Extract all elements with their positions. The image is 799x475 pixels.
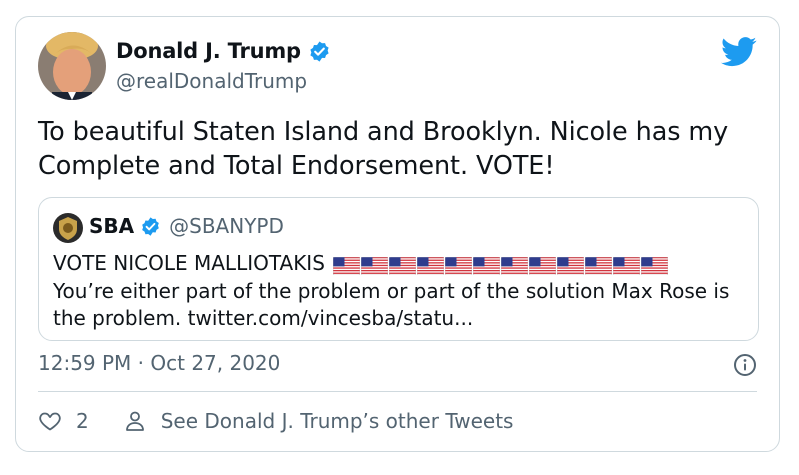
quoted-author-avatar[interactable]: [53, 213, 83, 243]
author-handle[interactable]: @realDonaldTrump: [116, 69, 307, 93]
verified-badge-icon: [140, 216, 161, 237]
us-flag-icon: [528, 254, 557, 276]
us-flag-icon: [556, 254, 585, 276]
like-count: 2: [76, 409, 89, 433]
heart-icon[interactable]: [38, 409, 62, 433]
divider: [38, 391, 757, 392]
tweet-card: Donald J. Trump @realDonaldTrump To beau…: [15, 16, 780, 452]
tweet-timestamp[interactable]: 12:59 PM · Oct 27, 2020: [38, 351, 280, 375]
us-flag-icon: [640, 254, 669, 276]
see-other-tweets-link[interactable]: See Donald J. Trump’s other Tweets: [161, 409, 514, 433]
quoted-text-line1: VOTE NICOLE MALLIOTAKIS: [53, 251, 325, 275]
us-flag-icon: [612, 254, 641, 276]
quoted-author-handle[interactable]: @SBANYPD: [169, 214, 284, 238]
quoted-author-name[interactable]: SBA: [89, 214, 134, 238]
twitter-bird-icon[interactable]: [721, 37, 757, 67]
us-flag-icon: [500, 254, 529, 276]
person-icon[interactable]: [123, 409, 147, 433]
us-flag-icon: [416, 254, 445, 276]
us-flag-icon: [472, 254, 501, 276]
us-flag-icon: [360, 254, 389, 276]
us-flag-icon: [388, 254, 417, 276]
verified-badge-icon: [308, 40, 331, 63]
us-flag-icon: [584, 254, 613, 276]
quoted-tweet-text: You’re either part of the problem or par…: [53, 279, 730, 330]
author-avatar[interactable]: [38, 32, 106, 100]
quoted-tweet[interactable]: SBA @SBANYPD VOTE NICOLE MALLIOTAKIS You…: [38, 197, 759, 341]
tweet-text: To beautiful Staten Island and Brooklyn.…: [38, 117, 729, 181]
flag-emoji-row: [332, 254, 669, 276]
info-icon[interactable]: [733, 353, 757, 377]
us-flag-icon: [332, 254, 361, 276]
author-name[interactable]: Donald J. Trump: [116, 39, 301, 63]
us-flag-icon: [444, 254, 473, 276]
